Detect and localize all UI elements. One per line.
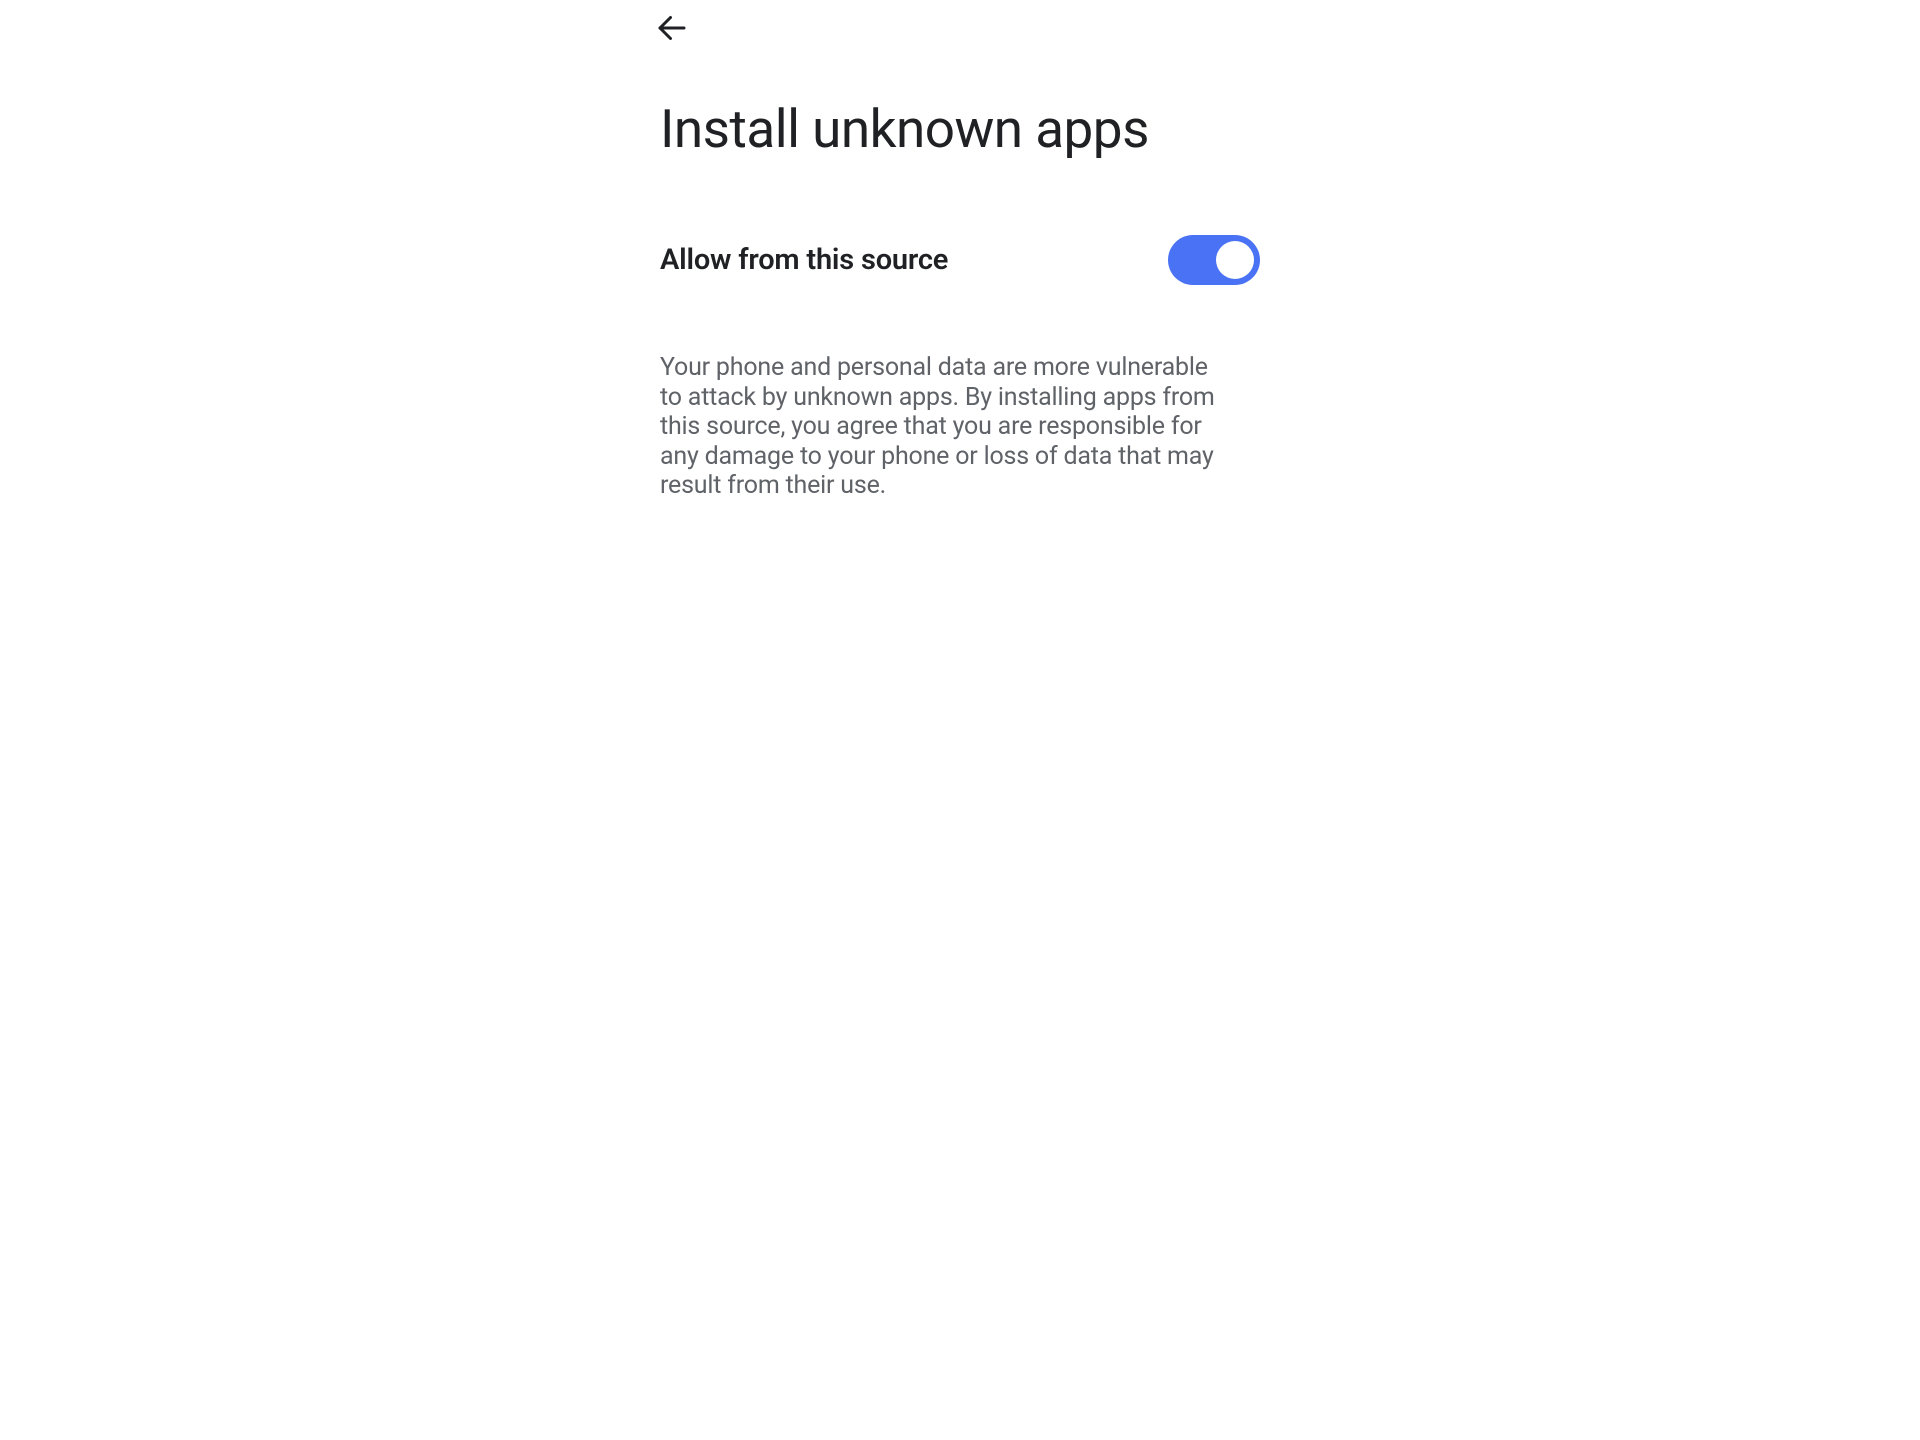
back-button[interactable] — [652, 10, 692, 50]
warning-description: Your phone and personal data are more vu… — [660, 353, 1220, 501]
allow-source-row: Allow from this source — [660, 235, 1260, 285]
allow-source-label: Allow from this source — [660, 243, 948, 277]
settings-page: Install unknown apps Allow from this sou… — [610, 0, 1310, 1440]
page-title: Install unknown apps — [660, 98, 1260, 160]
toggle-knob — [1216, 241, 1254, 279]
arrow-left-icon — [654, 10, 690, 50]
allow-source-toggle[interactable] — [1168, 235, 1260, 285]
